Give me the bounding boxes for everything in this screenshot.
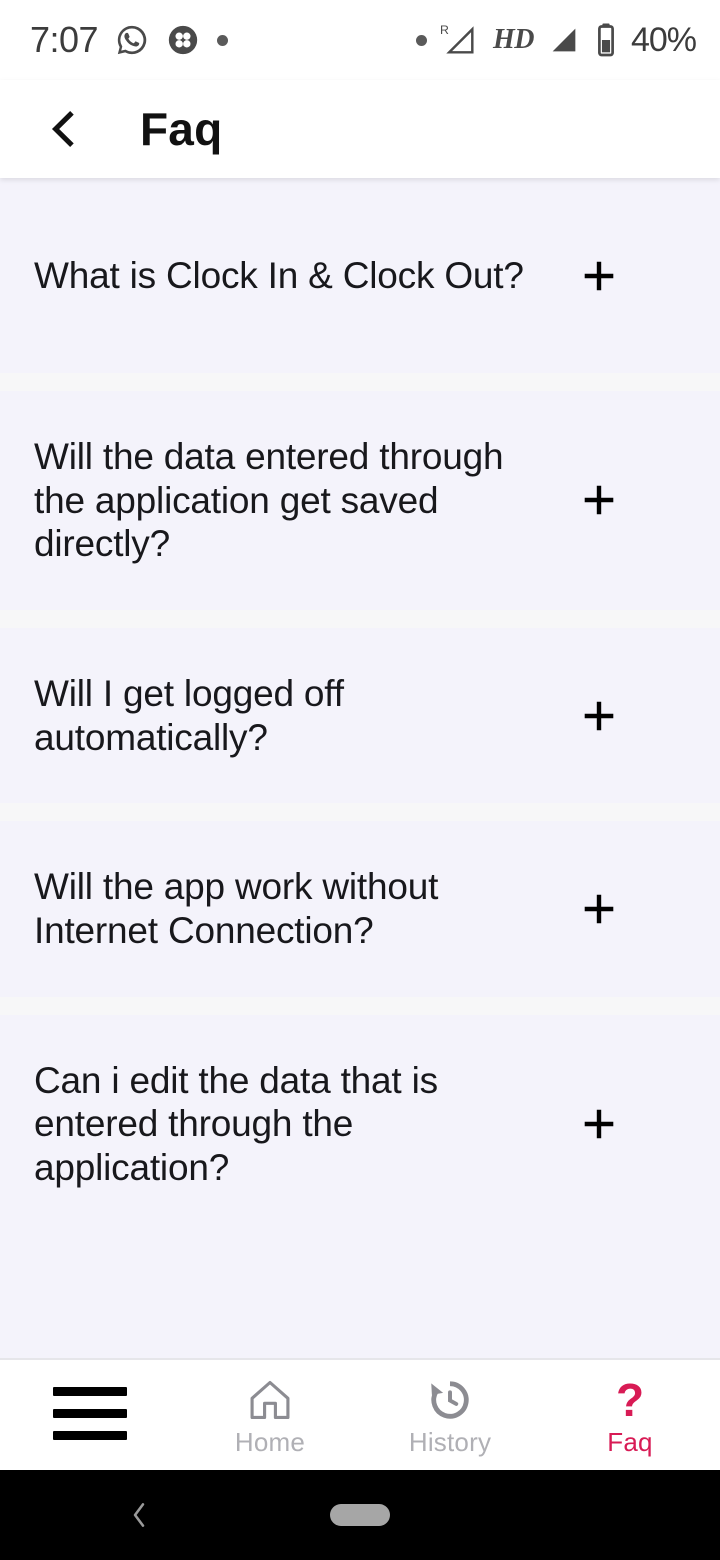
nav-label-home: Home	[234, 1427, 306, 1457]
faq-item[interactable]: Can i edit the data that is entered thro…	[0, 996, 720, 1234]
battery-icon	[597, 23, 614, 57]
faq-item[interactable]: Will I get logged off automatically?	[0, 609, 720, 804]
status-bar: 7:07 R HD 40%	[0, 0, 720, 80]
hamburger-menu-icon	[53, 1386, 127, 1440]
phone-screen: 7:07 R HD 40% Faq What is Clock In & Clo…	[0, 0, 720, 1560]
home-indicator-pill[interactable]	[330, 1504, 390, 1526]
battery-percent-label: 40%	[630, 20, 697, 59]
nav-item-faq[interactable]: ? Faq	[540, 1360, 720, 1470]
back-button[interactable]	[36, 101, 92, 157]
signal-icon	[552, 28, 576, 52]
whatsapp-icon	[117, 25, 147, 55]
clover-icon	[168, 25, 198, 55]
faq-question: Will I get logged off automatically?	[34, 672, 344, 758]
question-mark-icon: ?	[615, 1374, 645, 1426]
faq-question: Will the app work without Internet Conne…	[34, 866, 439, 951]
roaming-signal-icon: R	[440, 23, 474, 54]
faq-question: Will the data entered through the applic…	[34, 436, 504, 565]
status-bar-left: 7:07	[30, 19, 229, 60]
plus-icon	[584, 894, 614, 924]
nav-label-faq: Faq	[607, 1427, 653, 1457]
plus-icon	[584, 261, 614, 290]
faq-expand-button[interactable]	[554, 1102, 644, 1146]
status-bar-right: R HD 40%	[415, 20, 697, 60]
faq-item[interactable]: Will the data entered through the applic…	[0, 373, 720, 610]
faq-expand-button[interactable]	[554, 478, 644, 522]
system-back-icon	[133, 1503, 145, 1527]
faq-question: What is Clock In & Clock Out?	[34, 254, 524, 296]
dot-icon	[217, 34, 229, 46]
faq-item[interactable]: Will the app work without Internet Conne…	[0, 803, 720, 997]
faq-expand-button[interactable]	[554, 887, 644, 931]
chevron-left-icon	[51, 111, 74, 147]
nav-item-home[interactable]: Home	[180, 1360, 360, 1470]
bottom-navigation: Home History ? Faq	[0, 1358, 720, 1470]
home-icon	[250, 1380, 290, 1420]
status-bar-clock: 7:07	[30, 19, 99, 60]
system-back-button[interactable]	[122, 1498, 156, 1532]
nav-item-menu[interactable]	[0, 1360, 180, 1470]
system-navigation-bar	[0, 1470, 720, 1560]
nav-item-history[interactable]: History	[360, 1360, 540, 1470]
app-header: Faq	[0, 80, 720, 178]
nav-label-history: History	[408, 1427, 492, 1457]
dot-icon	[415, 34, 427, 46]
history-icon	[431, 1381, 469, 1419]
page-title: Faq	[140, 103, 223, 155]
roaming-label: R	[440, 23, 449, 37]
hd-label: HD	[492, 24, 535, 55]
plus-icon	[584, 701, 614, 730]
faq-item[interactable]: What is Clock In & Clock Out?	[0, 178, 720, 373]
faq-expand-button[interactable]	[554, 694, 644, 738]
faq-question: Can i edit the data that is entered thro…	[34, 1059, 438, 1188]
plus-icon	[584, 1109, 614, 1139]
faq-list[interactable]: What is Clock In & Clock Out? Will the d…	[0, 178, 720, 1358]
plus-icon	[584, 486, 614, 515]
faq-expand-button[interactable]	[554, 254, 644, 298]
